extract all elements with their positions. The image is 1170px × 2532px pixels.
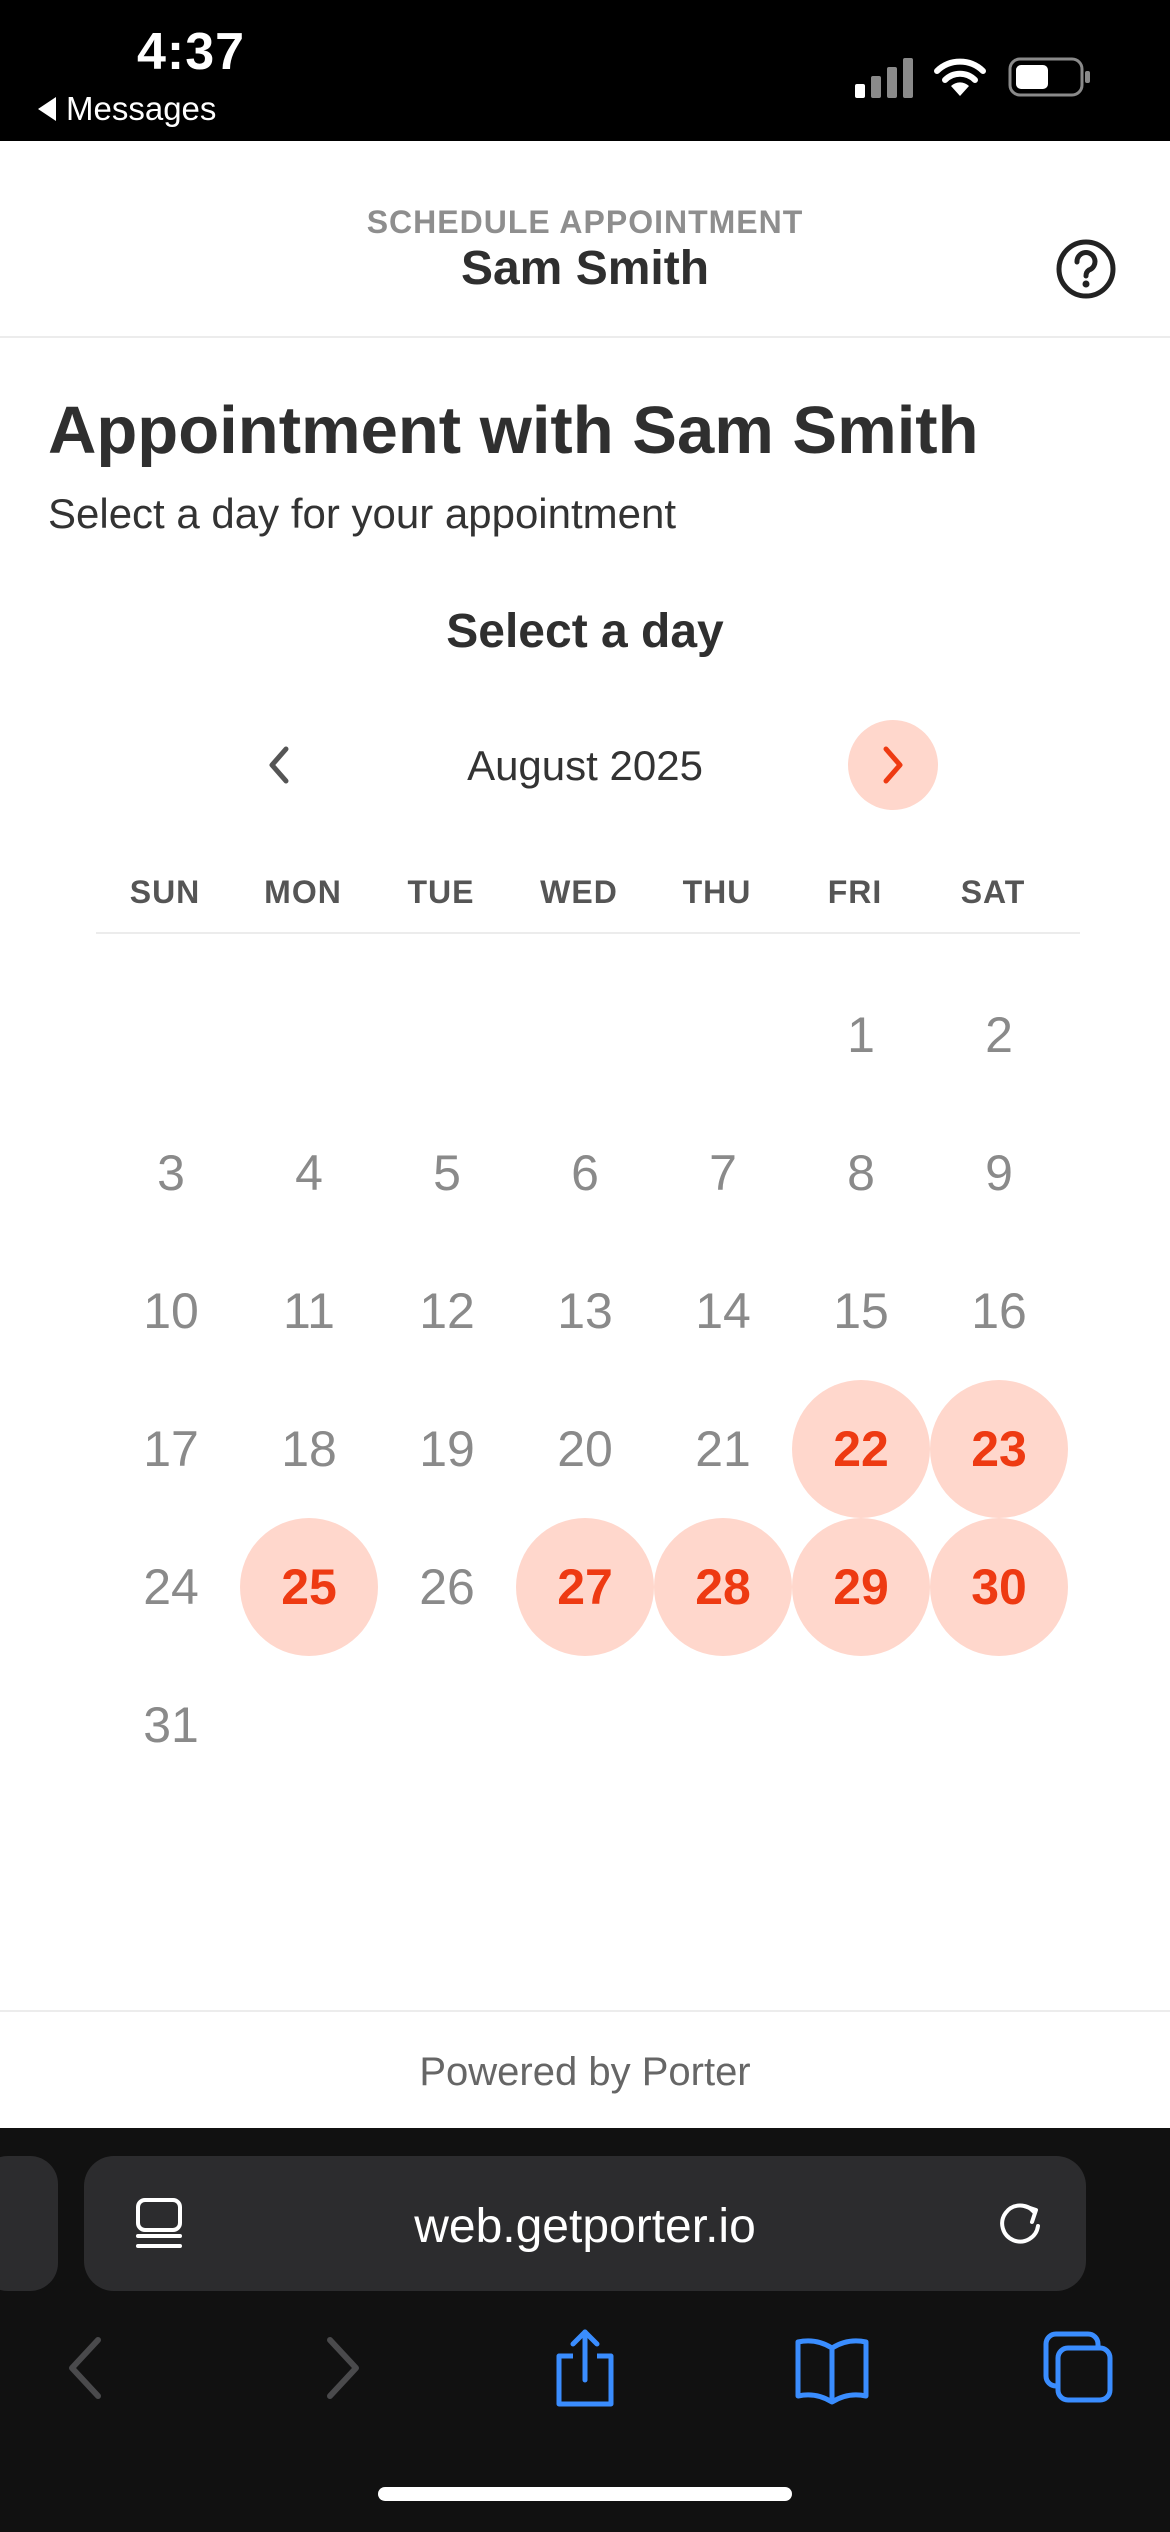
address-bar[interactable]: web.getporter.io — [84, 2156, 1086, 2291]
header-provider-name: Sam Smith — [460, 242, 710, 295]
calendar-day: 26 — [419, 1559, 475, 1615]
page-header: SCHEDULE APPOINTMENT Sam Smith — [0, 141, 1170, 338]
page-subtitle: Select a day for your appointment — [48, 490, 677, 537]
weekday-label: FRI — [827, 874, 883, 910]
calendar-day-available[interactable]: 29 — [792, 1518, 930, 1656]
calendar-day: 18 — [281, 1421, 337, 1477]
next-month-button[interactable] — [848, 720, 938, 810]
calendar-day-available[interactable]: 23 — [930, 1380, 1068, 1518]
back-triangle-icon — [38, 97, 56, 121]
browser-chrome: web.getporter.io — [0, 2128, 1170, 2532]
cellular-signal-icon — [855, 58, 913, 98]
home-indicator[interactable] — [378, 2487, 792, 2501]
calendar-day-available[interactable]: 27 — [516, 1518, 654, 1656]
calendar-day: 17 — [143, 1421, 199, 1477]
month-label: August 2025 — [467, 742, 703, 789]
select-day-heading: Select a day — [446, 605, 724, 658]
calendar-day: 16 — [971, 1283, 1027, 1339]
calendar-day: 6 — [571, 1145, 599, 1201]
calendar-day: 9 — [985, 1145, 1013, 1201]
forward-chevron-icon[interactable] — [298, 2326, 382, 2410]
calendar-day: 13 — [557, 1283, 613, 1339]
calendar-day: 20 — [557, 1421, 613, 1477]
calendar-day: 4 — [295, 1145, 323, 1201]
calendar-day-available[interactable]: 28 — [654, 1518, 792, 1656]
url-text: web.getporter.io — [414, 2200, 756, 2253]
back-to-messages-button[interactable]: Messages — [38, 90, 216, 128]
weekday-label: SUN — [129, 874, 201, 910]
calendar-day: 24 — [143, 1559, 199, 1615]
calendar-day-available[interactable]: 25 — [240, 1518, 378, 1656]
weekday-label: THU — [682, 874, 752, 910]
calendar-day-available[interactable]: 30 — [930, 1518, 1068, 1656]
calendar-day: 14 — [695, 1283, 751, 1339]
month-navigation: August 2025 — [0, 720, 1170, 820]
calendar-day: 31 — [143, 1697, 199, 1753]
calendar-day: 5 — [433, 1145, 461, 1201]
status-time: 4:37 — [137, 23, 246, 81]
status-bar: 4:37 Messages — [0, 0, 1170, 141]
chevron-right-icon — [883, 746, 903, 784]
calendar-day: 21 — [695, 1421, 751, 1477]
weekday-header: SUN MON TUE WED THU FRI SAT — [96, 874, 1080, 934]
book-icon[interactable] — [790, 2326, 874, 2410]
calendar-day: 1 — [847, 1007, 875, 1063]
page-footer: Powered by Porter — [0, 2010, 1170, 2130]
back-chevron-icon[interactable] — [46, 2326, 130, 2410]
calendar-day: 3 — [157, 1145, 185, 1201]
share-icon[interactable] — [543, 2326, 627, 2410]
calendar-day: 12 — [419, 1283, 475, 1339]
question-circle-icon[interactable] — [1055, 238, 1117, 300]
reload-icon[interactable] — [994, 2198, 1046, 2250]
calendar-day: 19 — [419, 1421, 475, 1477]
calendar-day: 7 — [709, 1145, 737, 1201]
calendar-day: 2 — [985, 1007, 1013, 1063]
tabs-icon[interactable] — [1036, 2326, 1120, 2410]
calendar-day: 15 — [833, 1283, 889, 1339]
calendar-day: 10 — [143, 1283, 199, 1339]
previous-tab-peek[interactable] — [0, 2156, 58, 2291]
header-eyebrow: SCHEDULE APPOINTMENT — [366, 204, 804, 240]
powered-by-text: Powered by Porter — [419, 2050, 751, 2094]
back-to-messages-label: Messages — [66, 90, 217, 127]
battery-icon — [1008, 57, 1090, 97]
weekday-label: TUE — [407, 874, 475, 910]
calendar-day: 11 — [283, 1283, 335, 1339]
weekday-label: WED — [540, 874, 618, 910]
wifi-icon — [934, 58, 986, 96]
calendar-day: 8 — [847, 1145, 875, 1201]
weekday-label: SAT — [960, 874, 1026, 910]
page-title: Appointment with Sam Smith — [48, 393, 979, 468]
weekday-label: MON — [264, 874, 342, 910]
calendar-day-available[interactable]: 22 — [792, 1380, 930, 1518]
calendar-day-grid: 1 2 3 4 5 6 7 8 9 10 11 12 13 14 15 16 17 18 19 20 21 22 23 24 2… — [0, 966, 1170, 1796]
